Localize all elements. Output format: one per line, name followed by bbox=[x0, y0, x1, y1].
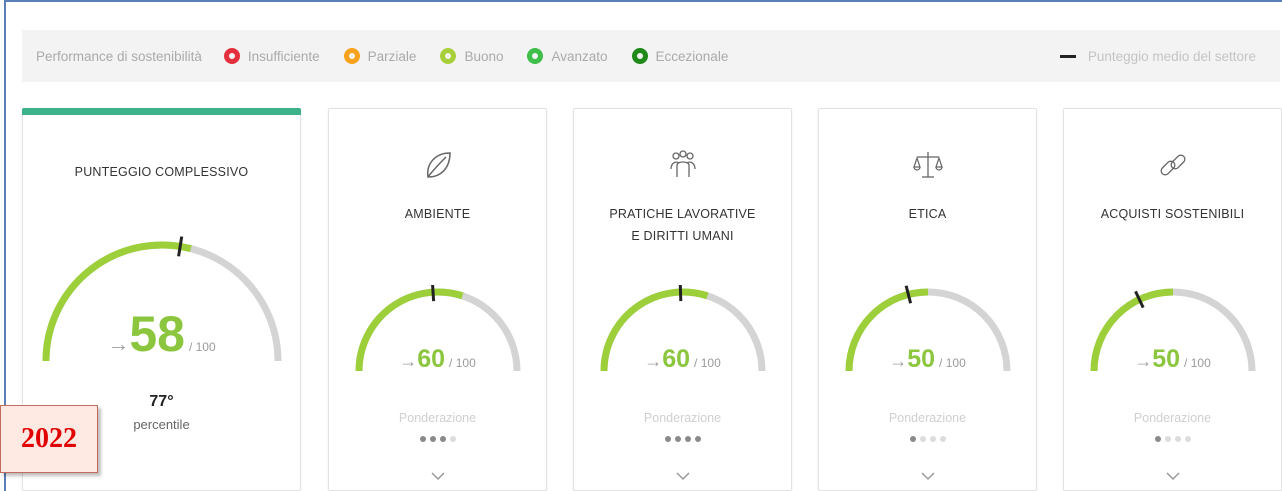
legend-item-label: Avanzato bbox=[551, 48, 608, 64]
dash-icon bbox=[1059, 54, 1076, 58]
weight-dot-filled bbox=[694, 436, 701, 442]
arrow-right-icon: → bbox=[644, 351, 663, 371]
category-score: →50/ 100 bbox=[1064, 345, 1281, 374]
category-card-etica: ETICA →50/ 100 Ponderazione bbox=[818, 108, 1037, 491]
legend-item-label: Buono bbox=[464, 48, 504, 64]
dark-green-dot-icon bbox=[631, 48, 648, 64]
legend-item-avanzato: Avanzato bbox=[527, 48, 608, 64]
legend-item-eccezionale: Eccezionale bbox=[631, 48, 729, 64]
legend-item-insufficiente: Insufficiente bbox=[223, 48, 320, 64]
weight-dot-filled bbox=[909, 436, 916, 442]
weight-label: Ponderazione bbox=[643, 411, 722, 425]
category-score-max: / 100 bbox=[449, 356, 476, 370]
category-score: →60/ 100 bbox=[329, 345, 546, 374]
category-card-acquisti-sostenibili: ACQUISTI SOSTENIBILI →50/ 100 Ponderazio… bbox=[1063, 108, 1282, 491]
lime-dot-icon bbox=[440, 48, 457, 64]
link-icon bbox=[1160, 154, 1185, 176]
weight-dot-filled bbox=[429, 436, 436, 442]
category-score-value: 50 bbox=[1152, 345, 1181, 373]
overall-score: →58/ 100 bbox=[23, 305, 300, 363]
category-title: ETICA bbox=[908, 207, 947, 221]
weight-dot-filled bbox=[664, 436, 671, 442]
orange-dot-icon bbox=[343, 48, 360, 64]
year-badge: 2022 bbox=[0, 405, 98, 473]
chevron-down-icon[interactable] bbox=[1165, 471, 1181, 481]
legend-item-label: Parziale bbox=[367, 48, 417, 64]
people-icon bbox=[669, 150, 696, 177]
green-dot-icon bbox=[527, 48, 544, 64]
arrow-right-icon: → bbox=[107, 331, 130, 356]
weight-dot-filled bbox=[419, 436, 426, 442]
category-score-value: 60 bbox=[662, 345, 691, 373]
performance-legend: Performance di sostenibilità Insufficien… bbox=[22, 30, 1280, 82]
category-title: ACQUISTI SOSTENIBILI bbox=[1100, 207, 1245, 221]
weight-label: Ponderazione bbox=[1133, 411, 1212, 425]
legend-sector-average: Punteggio medio del settore bbox=[1059, 48, 1256, 64]
category-card-pratiche-lavorative: PRATICHE LAVORATIVE E DIRITTI UMANI →60/… bbox=[573, 108, 792, 491]
sector-average-marker bbox=[431, 285, 436, 302]
overall-score-max: / 100 bbox=[188, 340, 216, 354]
category-score: →50/ 100 bbox=[819, 345, 1036, 374]
category-score-max: / 100 bbox=[1184, 356, 1211, 370]
red-dot-icon bbox=[223, 48, 240, 64]
weight-dots bbox=[819, 436, 1036, 442]
weight-dot-filled bbox=[1154, 436, 1161, 442]
weight-label: Ponderazione bbox=[398, 411, 477, 425]
category-score: →60/ 100 bbox=[574, 345, 791, 374]
weight-dot-filled bbox=[684, 436, 691, 442]
category-score-max: / 100 bbox=[939, 356, 966, 370]
year-badge-text: 2022 bbox=[21, 423, 77, 454]
card-top-bar bbox=[22, 108, 301, 115]
chevron-down-icon[interactable] bbox=[920, 471, 936, 481]
weight-dots bbox=[1064, 436, 1281, 442]
weight-dots bbox=[329, 436, 546, 442]
arrow-right-icon: → bbox=[889, 351, 908, 371]
category-score-max: / 100 bbox=[694, 356, 721, 370]
overall-score-value: 58 bbox=[129, 306, 185, 362]
legend-item-buono: Buono bbox=[440, 48, 503, 64]
chevron-down-icon[interactable] bbox=[675, 471, 691, 481]
legend-title: Performance di sostenibilità bbox=[36, 48, 202, 64]
weight-dot-empty bbox=[1184, 436, 1191, 442]
weight-label: Ponderazione bbox=[888, 411, 967, 425]
weight-dot-empty bbox=[449, 436, 456, 442]
weight-dot-filled bbox=[439, 436, 446, 442]
weight-dot-empty bbox=[1164, 436, 1171, 442]
overall-title: PUNTEGGIO COMPLESSIVO bbox=[74, 165, 249, 179]
category-score-value: 50 bbox=[907, 345, 936, 373]
legend-item-label: Eccezionale bbox=[655, 48, 729, 64]
category-title-line2: E DIRITTI UMANI bbox=[631, 229, 734, 243]
weight-dot-empty bbox=[919, 436, 926, 442]
legend-item-parziale: Parziale bbox=[343, 48, 417, 64]
leaf-icon bbox=[426, 152, 451, 178]
legend-avg-label: Punteggio medio del settore bbox=[1087, 48, 1256, 64]
sector-average-marker bbox=[678, 285, 683, 302]
category-title: PRATICHE LAVORATIVE bbox=[609, 207, 756, 221]
chevron-down-icon[interactable] bbox=[430, 471, 446, 481]
legend-item-label: Insufficiente bbox=[247, 48, 320, 64]
weight-dots bbox=[574, 436, 791, 442]
arrow-right-icon: → bbox=[1134, 351, 1153, 371]
weight-dot-empty bbox=[939, 436, 946, 442]
category-score-value: 60 bbox=[417, 345, 446, 373]
category-title: AMBIENTE bbox=[404, 207, 471, 221]
weight-dot-filled bbox=[674, 436, 681, 442]
arrow-right-icon: → bbox=[399, 351, 418, 371]
weight-dot-empty bbox=[1174, 436, 1181, 442]
weight-dot-empty bbox=[929, 436, 936, 442]
category-card-ambiente: AMBIENTE →60/ 100 Ponderazione bbox=[328, 108, 547, 491]
sector-average-marker bbox=[177, 236, 184, 257]
scales-icon bbox=[912, 152, 943, 178]
